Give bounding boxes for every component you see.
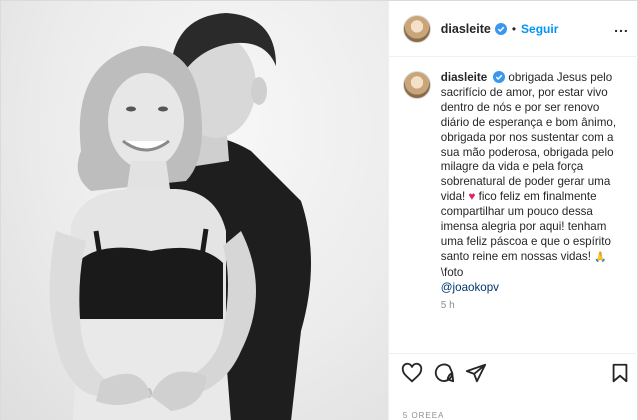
separator-dot: •: [511, 21, 517, 36]
post-timestamp[interactable]: 5 h: [441, 300, 455, 311]
heart-outline-icon[interactable]: [401, 362, 423, 384]
caption-avatar[interactable]: [402, 71, 431, 99]
post-header: diasleite • Seguir ...: [388, 1, 638, 57]
paper-plane-icon[interactable]: [465, 362, 487, 384]
caption-comment: diasleite obrigada Jesus pelo sacrifício…: [402, 71, 629, 296]
post-photo[interactable]: [1, 1, 388, 420]
caption-text-part1: obrigada Jesus pelo sacrifício de amor, …: [440, 71, 617, 204]
post-details-panel: diasleite • Seguir ... diasleite obrigad…: [387, 1, 638, 420]
instagram-post: diasleite • Seguir ... diasleite obrigad…: [0, 0, 638, 420]
more-options-icon[interactable]: ...: [614, 19, 629, 35]
praying-hands-emoji-icon: 🙏: [594, 251, 607, 263]
caption-username[interactable]: diasleite: [441, 71, 487, 84]
caption-text-part3: \foto: [440, 265, 464, 279]
avatar[interactable]: [402, 14, 431, 43]
couple-photo-illustration: [49, 13, 311, 420]
header-username[interactable]: diasleite: [441, 22, 491, 36]
bookmark-icon[interactable]: [609, 362, 631, 384]
photographer-mention-link[interactable]: @joaokopv: [441, 281, 499, 294]
verified-badge-icon: [494, 22, 507, 35]
caption-text: diasleite obrigada Jesus pelo sacrifício…: [441, 71, 627, 296]
action-bar: [388, 353, 638, 399]
comment-bubble-icon[interactable]: [433, 362, 455, 384]
likes-count[interactable]: 5 OREEA: [403, 411, 445, 420]
caption-verified-badge-icon: [493, 71, 506, 83]
follow-button[interactable]: Seguir: [521, 22, 558, 36]
